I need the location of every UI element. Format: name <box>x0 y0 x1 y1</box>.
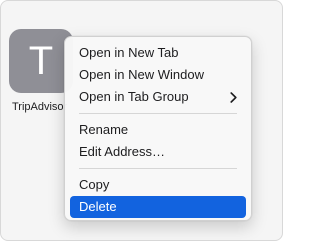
menu-item-copy[interactable]: Copy <box>70 174 246 196</box>
chevron-right-icon <box>230 86 237 108</box>
bookmark-letter-icon: T <box>28 38 54 83</box>
menu-item-open-tab-group-label: Open in Tab Group <box>79 89 189 104</box>
menu-item-rename[interactable]: Rename <box>70 119 246 141</box>
menu-item-delete[interactable]: Delete <box>70 196 246 218</box>
menu-item-open-new-tab[interactable]: Open in New Tab <box>70 42 246 64</box>
menu-item-edit-address[interactable]: Edit Address… <box>70 141 246 163</box>
menu-separator <box>79 168 237 169</box>
menu-item-open-new-window[interactable]: Open in New Window <box>70 64 246 86</box>
bookmarks-panel: T TripAdvisor Open in New Tab Open in Ne… <box>0 0 283 241</box>
context-menu: Open in New Tab Open in New Window Open … <box>64 36 252 221</box>
menu-separator <box>79 113 237 114</box>
menu-item-open-tab-group[interactable]: Open in Tab Group <box>70 86 246 108</box>
